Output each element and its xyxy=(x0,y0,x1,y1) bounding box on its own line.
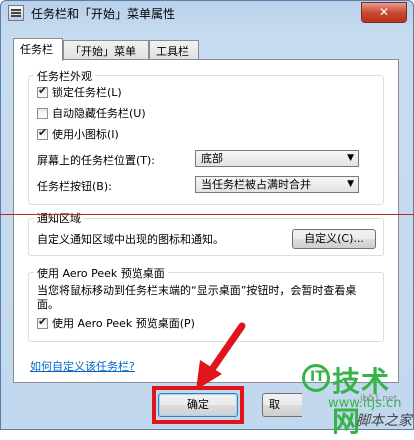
watermark-brand: 脚本之家 xyxy=(356,413,412,429)
checkbox-box xyxy=(37,108,48,119)
checkbox-box: ✔ xyxy=(37,315,48,329)
notification-description: 自定义通知区域中出现的图标和通知。 xyxy=(37,233,224,246)
small-icons-checkbox[interactable]: ✔ 使用小图标(I) xyxy=(37,126,119,144)
watermark-small-text: jb51.net xyxy=(360,394,398,404)
taskbar-position-label: 屏幕上的任务栏位置(T): xyxy=(37,154,156,167)
help-link[interactable]: 如何自定义该任务栏? xyxy=(30,358,135,374)
aero-peek-description: 当您将鼠标移动到任务栏末端的“显示桌面”按钮时，会暂时查看桌面。 xyxy=(37,284,357,311)
checkbox-label: 自动隐藏任务栏(U) xyxy=(52,107,146,120)
annotation-line xyxy=(0,214,414,215)
notification-group-title: 通知区域 xyxy=(34,210,84,226)
lock-taskbar-checkbox[interactable]: ✔ 锁定任务栏(L) xyxy=(37,84,122,102)
aero-peek-group-title: 使用 Aero Peek 预览桌面 xyxy=(34,265,168,281)
checkbox-label: 锁定任务栏(L) xyxy=(52,86,122,99)
appearance-group-title: 任务栏外观 xyxy=(34,68,95,84)
checkmark-icon: ✔ xyxy=(38,126,48,139)
tab-toolbars[interactable]: 工具栏 xyxy=(149,40,199,59)
chevron-down-icon: ▼ xyxy=(347,153,354,163)
cancel-button[interactable]: 取 xyxy=(262,393,302,417)
tab-start-menu[interactable]: 「开始」菜单 xyxy=(63,40,149,59)
watermark: IT 技术网 www.itjs.cn jb51.net 脚本之家 xyxy=(302,354,414,438)
customize-button[interactable]: 自定义(C)... xyxy=(292,229,376,249)
watermark-logo-icon: IT xyxy=(302,364,330,392)
checkbox-label: 使用小图标(I) xyxy=(52,128,119,141)
tab-taskbar[interactable]: 任务栏 xyxy=(13,38,63,61)
checkbox-box: ✔ xyxy=(37,84,48,98)
annotation-arrow-icon xyxy=(196,322,246,390)
checkbox-box: ✔ xyxy=(37,126,48,140)
title-bar: 任务栏和「开始」菜单属性 ✕ xyxy=(1,1,413,27)
aero-peek-checkbox[interactable]: ✔ 使用 Aero Peek 预览桌面(P) xyxy=(37,315,195,333)
taskbar-position-select[interactable]: 底部 ▼ xyxy=(195,150,359,167)
checkmark-icon: ✔ xyxy=(38,84,48,97)
taskbar-buttons-select[interactable]: 当任务栏被占满时合并 ▼ xyxy=(195,176,359,193)
checkmark-icon: ✔ xyxy=(38,315,48,328)
close-button[interactable]: ✕ xyxy=(361,2,407,23)
window-title: 任务栏和「开始」菜单属性 xyxy=(31,7,176,21)
select-value: 底部 xyxy=(201,152,223,165)
select-value: 当任务栏被占满时合并 xyxy=(201,178,311,191)
taskbar-properties-icon xyxy=(8,5,24,21)
checkbox-label: 使用 Aero Peek 预览桌面(P) xyxy=(52,317,195,330)
chevron-down-icon: ▼ xyxy=(347,179,354,189)
auto-hide-checkbox[interactable]: 自动隐藏任务栏(U) xyxy=(37,107,146,123)
taskbar-buttons-label: 任务栏按钮(B): xyxy=(37,180,112,193)
